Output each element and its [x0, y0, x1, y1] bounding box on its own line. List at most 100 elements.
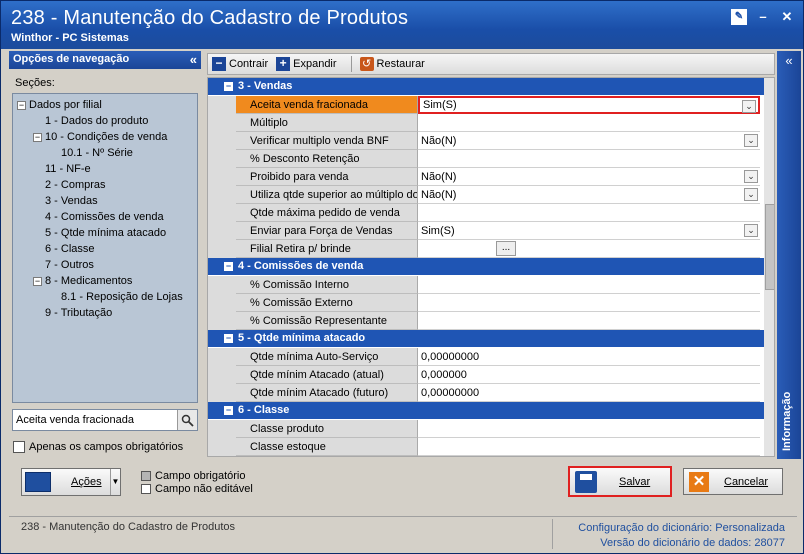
property-row[interactable]: Múltiplo: [208, 114, 764, 132]
property-row[interactable]: Utiliza qtde superior ao múltiplo do Não(…: [208, 186, 764, 204]
property-value[interactable]: [418, 420, 760, 438]
restore-button[interactable]: ↺ Restaurar: [359, 57, 431, 71]
property-label: Enviar para Força de Vendas: [236, 222, 418, 240]
status-text: 238 - Manutenção do Cadastro de Produtos: [21, 521, 236, 533]
property-value[interactable]: Não(N) ⌄: [418, 186, 760, 204]
property-row[interactable]: Verificar multiplo venda BNF Não(N) ⌄: [208, 132, 764, 150]
info-panel[interactable]: « Informação: [777, 51, 801, 459]
property-row[interactable]: Proibido para venda Não(N) ⌄: [208, 168, 764, 186]
group-header[interactable]: −6 - Classe: [208, 402, 764, 419]
tree-item[interactable]: − Dados por filial: [13, 97, 197, 113]
property-value[interactable]: Não(N) ⌄: [418, 132, 760, 150]
tree-item[interactable]: 2 - Compras: [13, 177, 197, 193]
actions-button[interactable]: Ações ▼: [21, 468, 121, 496]
tree-item[interactable]: 1 - Dados do produto: [13, 113, 197, 129]
property-value[interactable]: [418, 204, 760, 222]
tree-item[interactable]: 10.1 - Nº Série: [13, 145, 197, 161]
property-value[interactable]: [418, 150, 760, 168]
property-row[interactable]: Enviar para Força de Vendas Sim(S) ⌄: [208, 222, 764, 240]
group-header[interactable]: −5 - Qtde mínima atacado: [208, 330, 764, 347]
tree-item[interactable]: 4 - Comissões de venda: [13, 209, 197, 225]
expand-label: Expandir: [293, 58, 337, 70]
expand-button[interactable]: + Expandir: [276, 57, 342, 71]
property-row[interactable]: Classe estoque: [208, 438, 764, 456]
tree-item[interactable]: −10 - Condições de venda: [13, 129, 197, 145]
tree-expander-icon[interactable]: −: [17, 100, 26, 110]
property-row[interactable]: Qtde mínima Auto-Serviço 0,00000000: [208, 348, 764, 366]
group-title: 5 - Qtde mínima atacado: [238, 332, 366, 344]
cancel-button[interactable]: ✕ Cancelar: [683, 468, 783, 495]
tree-item[interactable]: 7 - Outros: [13, 257, 197, 273]
tree-item-label: 3 - Vendas: [45, 195, 98, 207]
tree-item[interactable]: 3 - Vendas: [13, 193, 197, 209]
property-value[interactable]: [418, 294, 760, 312]
dropdown-arrow-icon[interactable]: ▼: [110, 469, 120, 495]
ellipsis-button[interactable]: ...: [496, 241, 516, 256]
tree-item[interactable]: −8 - Medicamentos: [13, 273, 197, 289]
chevron-down-icon[interactable]: ⌄: [744, 134, 758, 147]
property-label: Qtde mínim Atacado (atual): [236, 366, 418, 384]
property-row[interactable]: % Comissão Externo: [208, 294, 764, 312]
property-value[interactable]: 0,000000: [418, 366, 760, 384]
property-row[interactable]: % Comissão Interno: [208, 276, 764, 294]
tree-item[interactable]: 5 - Qtde mínima atacado: [13, 225, 197, 241]
property-value[interactable]: ...: [418, 240, 760, 258]
property-value[interactable]: Sim(S) ⌄: [418, 96, 760, 114]
property-row[interactable]: Aceita venda fracionada Sim(S) ⌄: [208, 96, 764, 114]
tree-item[interactable]: 8.1 - Reposição de Lojas: [13, 289, 197, 305]
checkbox-icon[interactable]: [13, 441, 25, 453]
only-required-checkbox[interactable]: Apenas os campos obrigatórios: [13, 441, 183, 453]
expand-info-icon[interactable]: «: [777, 53, 801, 68]
cancel-label: Cancelar: [724, 475, 769, 488]
tree-item[interactable]: 11 - NF-e: [13, 161, 197, 177]
property-value[interactable]: [418, 312, 760, 330]
tree-expander-icon[interactable]: −: [33, 132, 42, 142]
chevron-down-icon[interactable]: ⌄: [744, 188, 758, 201]
property-row[interactable]: % Desconto Retenção: [208, 150, 764, 168]
property-row[interactable]: Qtde mínim Atacado (atual) 0,000000: [208, 366, 764, 384]
group-collapse-icon[interactable]: −: [224, 334, 233, 343]
row-gutter: [208, 114, 236, 132]
chevron-down-icon[interactable]: ⌄: [744, 224, 758, 237]
property-label: Utiliza qtde superior ao múltiplo do: [236, 186, 418, 204]
tree-item[interactable]: 6 - Classe: [13, 241, 197, 257]
collapse-button[interactable]: − Contrair: [212, 57, 274, 71]
legend-not-editable: Campo não editável: [155, 482, 253, 495]
property-label: Qtde mínim Atacado (futuro): [236, 384, 418, 402]
group-title: 6 - Classe: [238, 404, 290, 416]
close-button[interactable]: ✕: [779, 9, 795, 25]
group-collapse-icon[interactable]: −: [224, 262, 233, 271]
property-row[interactable]: % Comissão Representante: [208, 312, 764, 330]
property-row[interactable]: Filial Retira p/ brinde...: [208, 240, 764, 258]
tree-expander-icon[interactable]: −: [33, 276, 42, 286]
property-value[interactable]: Sim(S) ⌄: [418, 222, 760, 240]
group-header[interactable]: −3 - Vendas: [208, 78, 764, 95]
tree-item-label: 8.1 - Reposição de Lojas: [61, 291, 183, 303]
property-value[interactable]: 0,00000000: [418, 348, 760, 366]
chevron-down-icon[interactable]: ⌄: [744, 170, 758, 183]
property-row[interactable]: Qtde máxima pedido de venda: [208, 204, 764, 222]
edit-icon[interactable]: ✎: [731, 9, 747, 25]
tree-item-label: 2 - Compras: [45, 179, 106, 191]
property-label: % Comissão Representante: [236, 312, 418, 330]
save-button[interactable]: Salvar: [568, 466, 672, 497]
property-row[interactable]: Qtde mínim Atacado (futuro) 0,00000000: [208, 384, 764, 402]
property-value[interactable]: [418, 114, 760, 132]
property-value[interactable]: 0,00000000: [418, 384, 760, 402]
group-collapse-icon[interactable]: −: [224, 82, 233, 91]
group-collapse-icon[interactable]: −: [224, 406, 233, 415]
collapse-nav-icon[interactable]: «: [190, 52, 197, 67]
chevron-down-icon[interactable]: ⌄: [742, 100, 756, 113]
property-row[interactable]: Classe produto: [208, 420, 764, 438]
minimize-button[interactable]: –: [755, 9, 771, 25]
tree-item[interactable]: 9 - Tributação: [13, 305, 197, 321]
nav-search-input[interactable]: [13, 414, 177, 426]
property-value[interactable]: Não(N) ⌄: [418, 168, 760, 186]
scrollbar-thumb[interactable]: [765, 204, 774, 290]
property-value[interactable]: [418, 276, 760, 294]
grid-scrollbar[interactable]: [764, 78, 774, 456]
search-icon[interactable]: [177, 410, 197, 430]
group-header[interactable]: −4 - Comissões de venda: [208, 258, 764, 275]
property-value[interactable]: [418, 438, 760, 456]
row-gutter: [208, 204, 236, 222]
